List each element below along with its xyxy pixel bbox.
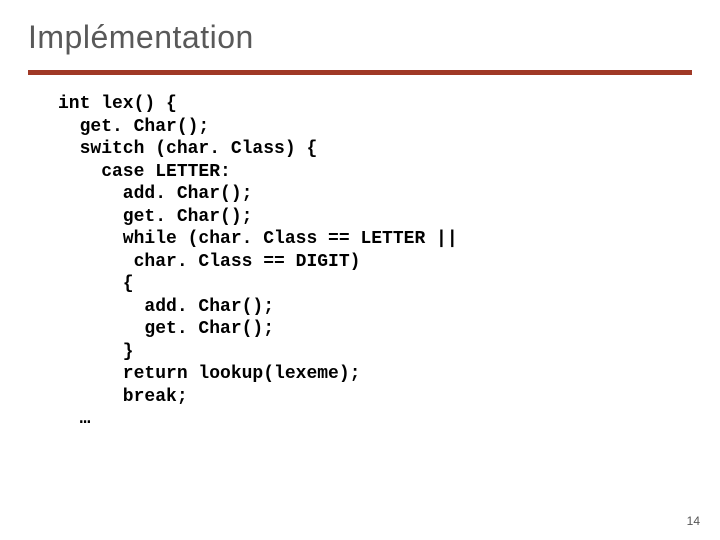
code-block: int lex() { get. Char(); switch (char. C… (28, 93, 692, 431)
title-divider (28, 70, 692, 75)
slide: Implémentation int lex() { get. Char(); … (0, 0, 720, 431)
slide-title: Implémentation (28, 18, 692, 56)
page-number: 14 (687, 514, 700, 528)
